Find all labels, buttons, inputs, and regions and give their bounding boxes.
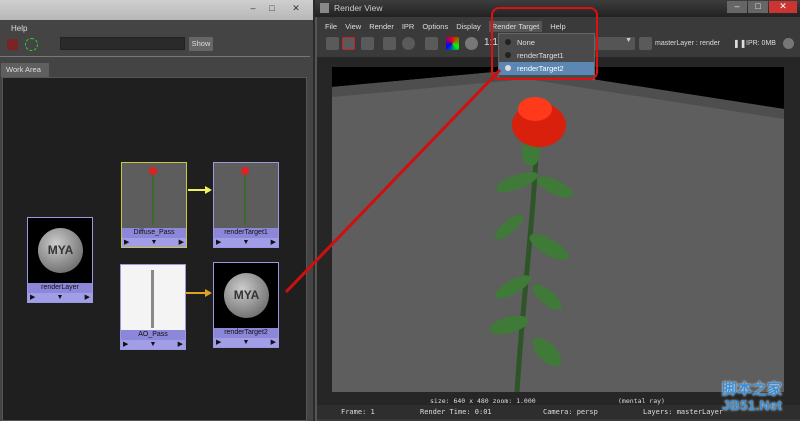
watermark-site: JB51.Net <box>722 397 782 413</box>
annotation-overlay <box>284 7 598 294</box>
watermark-text: 脚本之家 <box>722 381 783 398</box>
